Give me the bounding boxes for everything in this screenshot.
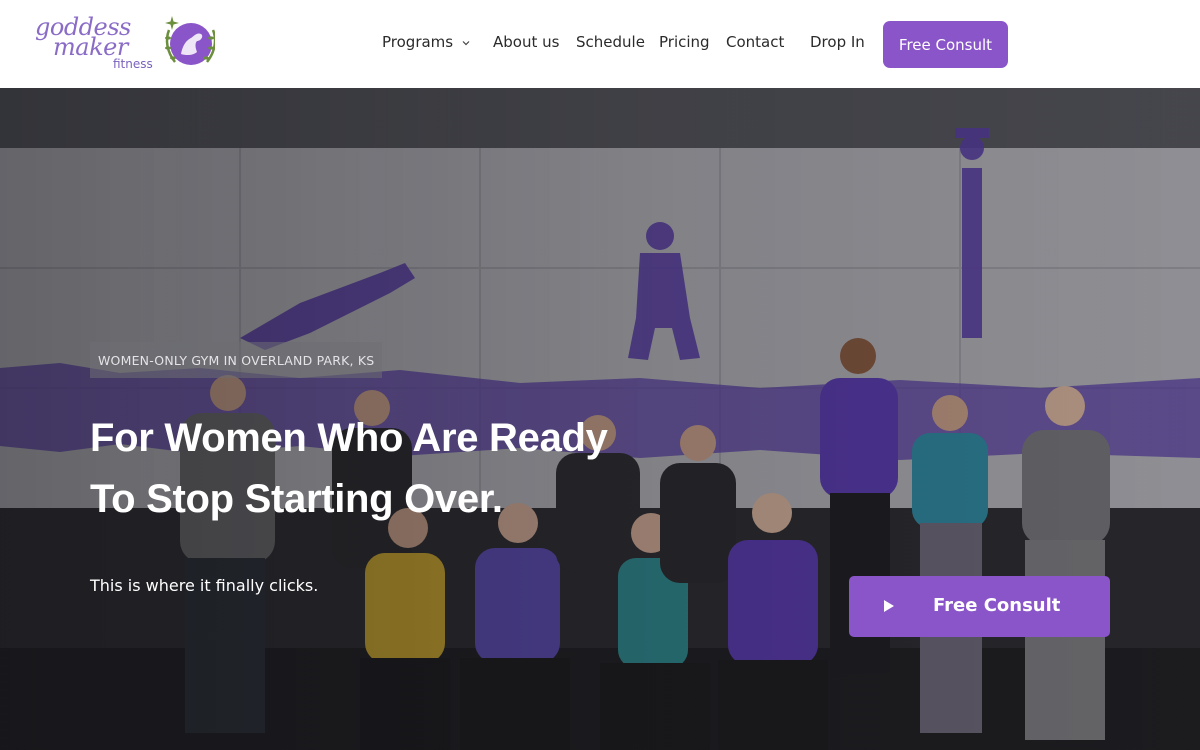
nav-item-schedule[interactable]: Schedule: [576, 33, 645, 51]
nav-item-drop-in[interactable]: Drop In: [810, 33, 865, 51]
hero-section: WOMEN-ONLY GYM IN OVERLAND PARK, KS For …: [0, 88, 1200, 750]
logo-text-fitness: fitness: [113, 57, 153, 71]
site-header: goddess maker fitness Programs About us …: [0, 0, 1200, 88]
nav-item-programs[interactable]: Programs: [382, 33, 453, 51]
hero-subline: This is where it finally clicks.: [90, 576, 319, 595]
nav-item-pricing[interactable]: Pricing: [659, 33, 710, 51]
sparkle-icon: [165, 16, 179, 30]
hero-headline: For Women Who Are Ready To Stop Starting…: [90, 408, 730, 530]
hero-cta-label: Free Consult: [933, 595, 1061, 616]
nav-item-about-us[interactable]: About us: [493, 33, 559, 51]
nav-item-contact[interactable]: Contact: [726, 33, 784, 51]
chevron-down-icon[interactable]: [462, 40, 470, 46]
hero-headline-line-2: To Stop Starting Over.: [90, 477, 503, 521]
hero-free-consult-button[interactable]: Free Consult: [849, 576, 1110, 637]
site-logo[interactable]: goddess maker fitness: [33, 13, 215, 74]
play-icon: [884, 600, 894, 612]
hero-headline-line-1: For Women Who Are Ready: [90, 416, 608, 460]
header-free-consult-button[interactable]: Free Consult: [883, 21, 1008, 68]
hero-eyebrow-tag: WOMEN-ONLY GYM IN OVERLAND PARK, KS: [90, 342, 383, 378]
